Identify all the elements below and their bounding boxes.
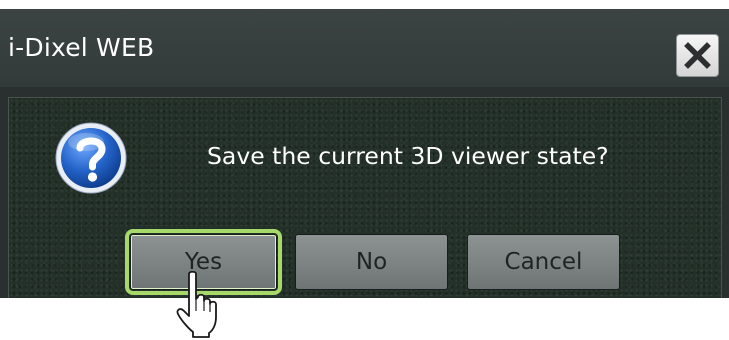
dialog-message: Save the current 3D viewer state? [207, 142, 609, 170]
question-icon [55, 122, 127, 194]
title-bar: i-Dixel WEB [0, 9, 729, 87]
hand-pointer-icon [176, 271, 217, 338]
dialog-content: Save the current 3D viewer state? Yes No… [8, 97, 722, 298]
confirm-dialog: i-Dixel WEB Save the current 3D viewer s… [0, 9, 729, 298]
no-button[interactable]: No [295, 234, 448, 290]
window-title: i-Dixel WEB [8, 33, 155, 62]
cancel-button[interactable]: Cancel [467, 234, 620, 290]
close-icon [684, 42, 711, 69]
close-button[interactable] [676, 34, 719, 77]
